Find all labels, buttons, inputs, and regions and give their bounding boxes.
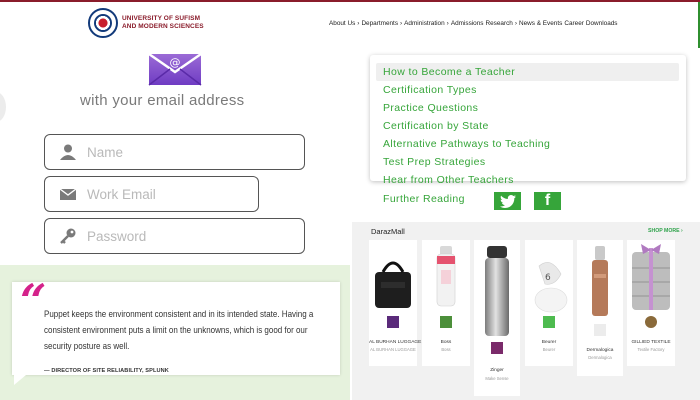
product-name: GILLIED TEXTILE: [631, 340, 671, 345]
water-bottle-image: [436, 246, 456, 307]
svg-text:6: 6: [545, 273, 551, 283]
nav-separator: ›: [400, 20, 403, 27]
brand-logo-icon: [440, 316, 452, 328]
menu-item-test-prep-strategies[interactable]: Test Prep Strategies: [383, 156, 486, 168]
product-brand: Beurer: [542, 347, 556, 352]
product-brand: Dermalogica: [588, 355, 612, 360]
nav-separator: ›: [446, 20, 449, 27]
nav-item-admissions[interactable]: Admissions: [451, 20, 484, 27]
menu-item-how-to-become-a-teacher[interactable]: How to Become a Teacher: [383, 66, 515, 78]
menu-item-practice-questions[interactable]: Practice Questions: [383, 102, 478, 114]
brand-logo-icon: [594, 324, 606, 336]
site-header: UNIVERSITY OF SUFISM AND MODERN SCIENCES…: [0, 0, 700, 48]
name-field[interactable]: Name: [44, 134, 305, 170]
facebook-icon: f: [544, 192, 551, 209]
menu-item-certification-by-state[interactable]: Certification by State: [383, 120, 489, 132]
nav-item-news-events[interactable]: News & Events: [519, 20, 562, 27]
kitchen-scale-image: 6: [534, 262, 568, 313]
brand-logo-icon: [543, 316, 555, 328]
testimonial-quote: Puppet keeps the environment consistent …: [44, 309, 314, 351]
testimonial-author: — DIRECTOR OF SITE RELIABILITY, SPLUNK: [44, 368, 169, 374]
mail-icon: [59, 188, 77, 200]
brand-logo-icon: [645, 316, 657, 328]
work-email-field[interactable]: Work Email: [44, 176, 259, 212]
product-name: Zinger: [490, 368, 504, 373]
work-email-placeholder: Work Email: [87, 186, 156, 202]
nav-item-research[interactable]: Research: [486, 20, 513, 27]
password-placeholder: Password: [87, 228, 147, 244]
name-placeholder: Name: [87, 144, 124, 160]
logo-text: UNIVERSITY OF SUFISM AND MODERN SCIENCES: [122, 15, 204, 31]
brand-logo-icon: [387, 316, 399, 328]
nav-item-downloads[interactable]: Downloads: [586, 20, 618, 27]
product-card-luggage[interactable]: AL BURHAN LUGGAGE AL BURHAN LUGGAGE: [369, 240, 422, 366]
facebook-button[interactable]: f: [534, 192, 561, 210]
quote-mark-icon: “: [20, 274, 47, 328]
mall-title: DarazMall: [371, 227, 405, 236]
key-icon: [60, 228, 76, 244]
twitter-icon: [499, 194, 516, 208]
testimonial-tail: [14, 375, 26, 385]
product-name: Beurer: [541, 340, 557, 345]
product-card-zinger[interactable]: Zinger Make Sense: [474, 240, 520, 396]
main-nav: About Us › Departments › Administration …: [329, 20, 620, 27]
email-envelope-icon: @: [148, 52, 202, 86]
university-logo[interactable]: UNIVERSITY OF SUFISM AND MODERN SCIENCES: [88, 8, 204, 38]
university-seal-icon: [88, 8, 118, 38]
product-name: Dermalogica: [586, 348, 614, 353]
product-card-textile[interactable]: GILLIED TEXTILE Textile Factory: [627, 240, 675, 366]
product-brand: Make Sense: [485, 376, 509, 381]
steel-flask-image: [485, 246, 509, 336]
brand-logo-icon: [491, 342, 503, 354]
product-name: AL BURHAN LUGGAGE: [369, 340, 422, 345]
signup-heading: with your email address: [80, 92, 245, 109]
shop-more-link[interactable]: SHOP MORE ›: [648, 228, 683, 234]
nav-item-career[interactable]: Career: [564, 20, 584, 27]
user-icon: [60, 144, 76, 160]
textile-gift-image: [632, 244, 670, 310]
product-brand: Boss: [441, 347, 451, 352]
logo-line-1: UNIVERSITY OF SUFISM: [122, 15, 201, 22]
product-card-beurer[interactable]: 6 Beurer Beurer: [525, 240, 573, 366]
product-name: Boss: [440, 340, 452, 345]
logo-line-2: AND MODERN SCIENCES: [122, 23, 204, 30]
serum-bottle-image: [592, 246, 608, 316]
nav-separator: ›: [357, 20, 360, 27]
menu-item-hear-from-other-teachers[interactable]: Hear from Other Teachers: [383, 174, 514, 186]
nav-item-administration[interactable]: Administration: [404, 20, 445, 27]
product-card-boss[interactable]: Boss Boss: [422, 240, 470, 366]
luggage-bag-image: [375, 261, 411, 308]
nav-separator: ›: [514, 20, 517, 27]
carousel-prev-button[interactable]: [0, 92, 6, 122]
password-field[interactable]: Password: [44, 218, 305, 254]
product-brand: AL BURHAN LUGGAGE: [370, 347, 416, 352]
twitter-button[interactable]: [494, 192, 521, 210]
product-brand: Textile Factory: [637, 347, 665, 352]
menu-item-certification-types[interactable]: Certification Types: [383, 84, 477, 96]
menu-item-alternative-pathways[interactable]: Alternative Pathways to Teaching: [383, 138, 550, 150]
further-reading-link[interactable]: Further Reading: [383, 193, 465, 205]
nav-item-about-us[interactable]: About Us: [329, 20, 355, 27]
svg-text:@: @: [170, 56, 181, 69]
product-card-dermalogica[interactable]: Dermalogica Dermalogica: [577, 240, 623, 376]
nav-item-departments[interactable]: Departments: [361, 20, 398, 27]
